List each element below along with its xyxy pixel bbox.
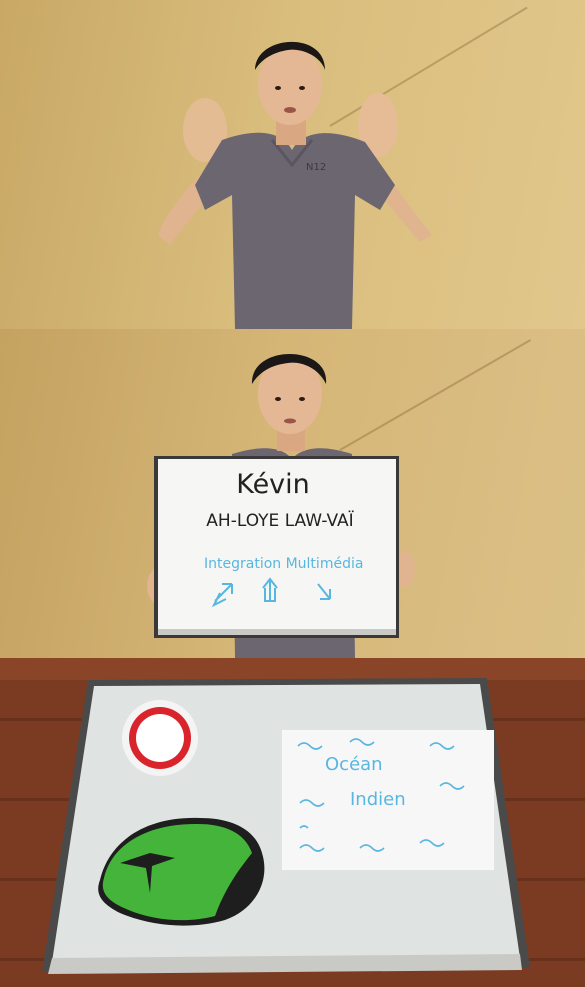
paper-ocean: Océan xyxy=(325,754,383,775)
frame-whiteboard: Kévin AH-LOYE LAW-VAÏ Integration Multim… xyxy=(0,329,585,658)
board-subtitle: Integration Multimédia xyxy=(204,556,364,572)
table-scene xyxy=(0,658,585,987)
frame-tabletop: Océan Indien xyxy=(0,658,585,987)
svg-text:N12: N12 xyxy=(306,162,326,173)
frame-waving: N12 xyxy=(0,0,585,329)
sun-icon xyxy=(122,700,198,776)
board-surname: AH-LOYE LAW-VAÏ xyxy=(206,511,354,531)
board-name: Kévin xyxy=(236,469,310,500)
person-waving: N12 xyxy=(158,41,432,329)
paper-indian: Indien xyxy=(350,789,406,810)
